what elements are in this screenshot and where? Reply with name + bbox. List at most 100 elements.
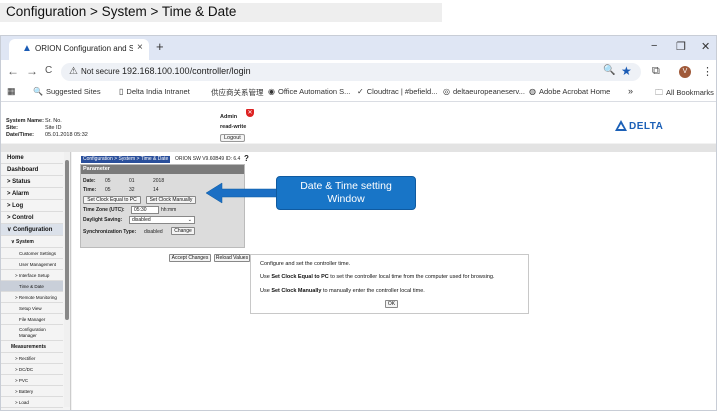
- time-minute: 32: [129, 187, 135, 193]
- reload-button[interactable]: C: [45, 65, 52, 76]
- delta-favicon-icon: ▲: [22, 43, 32, 54]
- avatar[interactable]: V: [679, 66, 691, 78]
- page-icon: ▯: [119, 87, 124, 96]
- info-line-3: Use Set Clock Manually to manually enter…: [260, 288, 425, 294]
- minimize-button[interactable]: −: [651, 40, 657, 52]
- browser-tab[interactable]: ▲ ORION Configuration and Sup ×: [9, 39, 149, 60]
- bookmark-star-icon[interactable]: ★: [621, 64, 632, 78]
- set-clock-manual-button[interactable]: Set Clock Manually: [146, 196, 196, 204]
- extensions-icon[interactable]: ⧉: [652, 65, 660, 78]
- sidebar-item-1[interactable]: Dashboard: [1, 164, 63, 176]
- date-label: Date:: [83, 178, 96, 184]
- sidebar-item-2[interactable]: > Status: [1, 176, 63, 188]
- tab-strip: ▲ ORION Configuration and Sup × + − ❐ ✕: [1, 36, 716, 60]
- more-bookmarks-icon[interactable]: »: [628, 86, 633, 96]
- bookmark-delta-europe[interactable]: ◎ deltaeuropeaneserv...: [443, 87, 525, 96]
- breadcrumb: Configuration > System > Time & Date: [81, 156, 171, 163]
- document-title: Configuration > System > Time & Date: [6, 4, 237, 19]
- sidebar-item-9[interactable]: User Management: [1, 259, 63, 270]
- url-text[interactable]: 192.168.100.100/controller/login: [122, 66, 251, 76]
- shield-icon: ✕: [246, 109, 254, 117]
- time-label: Time:: [83, 187, 97, 193]
- forward-button[interactable]: →: [26, 64, 38, 78]
- maximize-button[interactable]: ❐: [676, 40, 686, 53]
- bookmark-suggested-sites[interactable]: 🔍 Suggested Sites: [33, 87, 101, 96]
- sidebar-item-11[interactable]: Time & Date: [1, 281, 63, 292]
- bookmark-cloudtrac[interactable]: ✓ Cloudtrac | #befield...: [357, 87, 437, 96]
- access-level: read-write: [220, 124, 247, 130]
- logout-button[interactable]: Logout: [220, 134, 245, 142]
- all-bookmarks[interactable]: 🗀 All Bookmarks: [655, 87, 714, 101]
- datetime-label: Date/Time:: [6, 132, 35, 138]
- sidebar-item-4[interactable]: > Log: [1, 200, 63, 212]
- search-icon: 🔍: [33, 87, 43, 96]
- tab-title: ORION Configuration and Sup: [35, 44, 133, 53]
- adobe-icon: ◍: [529, 87, 536, 96]
- ok-button[interactable]: OK: [385, 300, 398, 308]
- apps-grid-icon[interactable]: ▦: [7, 86, 16, 97]
- sidebar-item-13[interactable]: Setup View: [1, 303, 63, 314]
- bookmark-delta-india[interactable]: ▯ Delta India Intranet: [119, 87, 190, 96]
- more-menu-icon[interactable]: ⋮: [702, 65, 713, 78]
- sync-type-value: disabled: [144, 229, 163, 235]
- globe-icon: ◉: [268, 87, 275, 96]
- system-name-value: Sr. No.: [45, 118, 62, 124]
- bookmarks-bar: ▦ 🔍 Suggested Sites ▯ Delta India Intranet…: [1, 84, 716, 102]
- sidebar-item-18[interactable]: > DC/DC: [1, 364, 63, 375]
- sidebar-item-3[interactable]: > Alarm: [1, 188, 63, 200]
- sidebar-item-19[interactable]: > PVC: [1, 375, 63, 386]
- info-line-1: Configure and set the controller time.: [260, 261, 351, 267]
- reload-values-button[interactable]: Reload Values: [214, 254, 250, 262]
- tab-close-icon[interactable]: ×: [137, 42, 143, 53]
- set-clock-pc-button[interactable]: Set Clock Equal to PC: [83, 196, 141, 204]
- sidebar-item-0[interactable]: Home: [1, 152, 63, 164]
- timezone-label: Time Zone (UTC):: [83, 207, 125, 213]
- bookmark-office-automation[interactable]: ◉ Office Automation S...: [268, 87, 350, 96]
- not-secure-label: Not secure: [81, 67, 120, 76]
- callout-line-2: Window: [327, 193, 365, 205]
- sidebar-scroll-thumb[interactable]: [65, 160, 69, 320]
- sidebar-item-16[interactable]: Measurements: [1, 341, 63, 353]
- bookmark-supplier[interactable]: 供应商关系管理: [211, 87, 264, 98]
- daylight-saving-label: Daylight Saving:: [83, 217, 123, 223]
- close-window-button[interactable]: ✕: [701, 40, 710, 53]
- check-icon: ✓: [357, 87, 364, 96]
- address-bar[interactable]: ⚠ Not secure 192.168.100.100/controller/…: [61, 63, 641, 81]
- sidebar-item-8[interactable]: Customer Settings: [1, 248, 63, 259]
- accept-changes-button[interactable]: Accept Changes: [169, 254, 211, 262]
- sidebar-item-21[interactable]: > Load: [1, 397, 63, 408]
- sidebar: Home Dashboard > Status > Alarm > Log > Contr…: [1, 152, 71, 410]
- bookmark-adobe[interactable]: ◍ Adobe Acrobat Home: [529, 87, 610, 96]
- site-value: Site ID: [45, 125, 62, 131]
- date-year: 2018: [153, 178, 165, 184]
- sidebar-item-20[interactable]: > Battery: [1, 386, 63, 397]
- sidebar-item-15[interactable]: Configuration Manager: [1, 325, 63, 341]
- sidebar-item-10[interactable]: > Interface Setup: [1, 270, 63, 281]
- new-tab-button[interactable]: +: [156, 39, 164, 54]
- sidebar-item-12[interactable]: > Remote Monitoring: [1, 292, 63, 303]
- sidebar-item-17[interactable]: > Rectifier: [1, 353, 63, 364]
- sidebar-item-5[interactable]: > Control: [1, 212, 63, 224]
- warning-icon: ⚠: [69, 66, 78, 77]
- help-icon[interactable]: ?: [244, 154, 249, 163]
- back-button[interactable]: ←: [7, 64, 19, 78]
- panel-title: Parameter: [81, 165, 244, 174]
- browser-window: ▲ ORION Configuration and Sup × + − ❐ ✕ …: [0, 35, 717, 411]
- sidebar-item-7[interactable]: ∨ System: [1, 236, 63, 248]
- document-title-bar: Configuration > System > Time & Date: [0, 3, 442, 22]
- datetime-value: 05.01.2018 05:32: [45, 132, 88, 138]
- user-name: Admin: [220, 114, 238, 120]
- timezone-input[interactable]: 05:30: [131, 206, 159, 214]
- callout-box: Date & Time setting Window: [276, 176, 416, 210]
- site-label: Site:: [6, 125, 18, 131]
- zoom-icon[interactable]: 🔍: [603, 65, 615, 76]
- sidebar-item-6[interactable]: ∨ Configuration: [1, 224, 63, 236]
- date-month: 01: [129, 178, 135, 184]
- change-button[interactable]: Change: [171, 227, 195, 235]
- globe-icon: ◎: [443, 87, 450, 96]
- app-header: System Name: Sr. No. Site: Site ID Date/…: [1, 103, 716, 143]
- delta-logo-icon: [615, 120, 627, 131]
- sidebar-item-14[interactable]: File Manager: [1, 314, 63, 325]
- daylight-saving-select[interactable]: disabled ⌄: [129, 216, 195, 224]
- chevron-down-icon: ⌄: [187, 217, 192, 223]
